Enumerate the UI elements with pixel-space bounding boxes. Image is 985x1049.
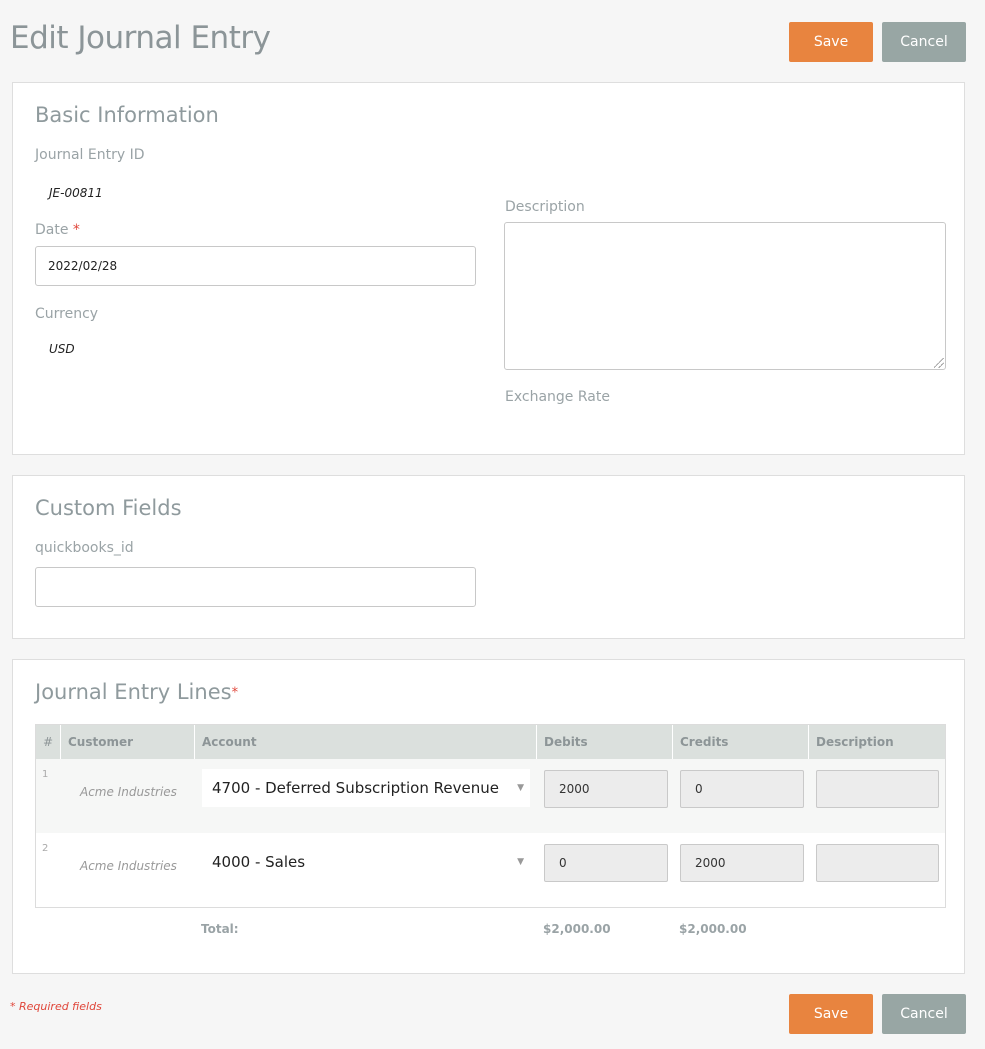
date-input[interactable] — [35, 246, 476, 286]
table-row: 2 Acme Industries 4000 - Sales ▼ 0 2000 — [36, 833, 945, 907]
line-description-input[interactable] — [816, 770, 939, 808]
quickbooks-id-input[interactable] — [35, 567, 476, 607]
account-select[interactable]: 4700 - Deferred Subscription Revenue ▼ — [202, 769, 530, 807]
journal-entry-lines-title-text: Journal Entry Lines — [35, 680, 232, 704]
page-title: Edit Journal Entry — [10, 20, 271, 56]
row-number: 2 — [42, 843, 49, 854]
custom-fields-title: Custom Fields — [35, 496, 182, 520]
basic-information-title: Basic Information — [35, 103, 219, 127]
account-select-value: 4000 - Sales — [212, 853, 306, 871]
date-label-text: Date — [35, 222, 69, 238]
account-select[interactable]: 4000 - Sales ▼ — [202, 843, 530, 881]
description-textarea[interactable] — [504, 222, 946, 370]
required-marker: * — [231, 685, 239, 701]
resize-grip-icon[interactable] — [934, 358, 944, 368]
footer-save-button[interactable]: Save — [789, 994, 873, 1034]
quickbooks-id-label: quickbooks_id — [35, 540, 134, 556]
required-fields-note: * Required fields — [10, 1000, 102, 1013]
table-header: # Customer Account Debits Credits Descri… — [36, 725, 945, 759]
total-label: Total: — [201, 922, 239, 936]
description-field-wrap — [504, 222, 946, 370]
chevron-down-icon[interactable]: ▼ — [517, 843, 524, 881]
chevron-down-icon[interactable]: ▼ — [517, 769, 524, 807]
column-divider — [536, 725, 537, 759]
column-header-debits: Debits — [544, 735, 588, 749]
required-marker: * — [72, 222, 80, 238]
column-header-credits: Credits — [680, 735, 729, 749]
credits-input[interactable]: 2000 — [680, 844, 804, 882]
exchange-rate-label: Exchange Rate — [505, 389, 610, 405]
footer-cancel-button[interactable]: Cancel — [882, 994, 966, 1034]
line-description-input[interactable] — [816, 844, 939, 882]
save-button[interactable]: Save — [789, 22, 873, 62]
total-credits: $2,000.00 — [679, 922, 747, 936]
basic-information-card: Basic Information Journal Entry ID JE-00… — [12, 82, 965, 455]
debits-input[interactable]: 0 — [544, 844, 668, 882]
credits-input[interactable]: 0 — [680, 770, 804, 808]
row-customer: Acme Industries — [80, 785, 177, 799]
column-divider — [672, 725, 673, 759]
row-customer: Acme Industries — [80, 859, 177, 873]
journal-entry-id-value: JE-00811 — [49, 186, 103, 200]
column-header-account: Account — [202, 735, 257, 749]
date-label: Date * — [35, 222, 80, 238]
debits-input[interactable]: 2000 — [544, 770, 668, 808]
custom-fields-card: Custom Fields quickbooks_id — [12, 475, 965, 639]
column-divider — [808, 725, 809, 759]
total-debits: $2,000.00 — [543, 922, 611, 936]
column-divider — [60, 725, 61, 759]
currency-label: Currency — [35, 306, 99, 322]
column-header-number: # — [43, 735, 54, 749]
column-header-description: Description — [816, 735, 894, 749]
account-select-value: 4700 - Deferred Subscription Revenue — [212, 779, 499, 797]
column-header-customer: Customer — [68, 735, 134, 749]
journal-entry-id-label: Journal Entry ID — [35, 147, 145, 163]
row-number: 1 — [42, 769, 49, 780]
table-row: 1 Acme Industries 4700 - Deferred Subscr… — [36, 759, 945, 833]
description-label: Description — [505, 199, 585, 215]
journal-lines-table: # Customer Account Debits Credits Descri… — [35, 724, 946, 908]
journal-entry-lines-card: Journal Entry Lines* # Customer Account … — [12, 659, 965, 974]
currency-value: USD — [49, 342, 75, 356]
cancel-button[interactable]: Cancel — [882, 22, 966, 62]
column-divider — [194, 725, 195, 759]
journal-entry-lines-title: Journal Entry Lines* — [35, 680, 238, 704]
